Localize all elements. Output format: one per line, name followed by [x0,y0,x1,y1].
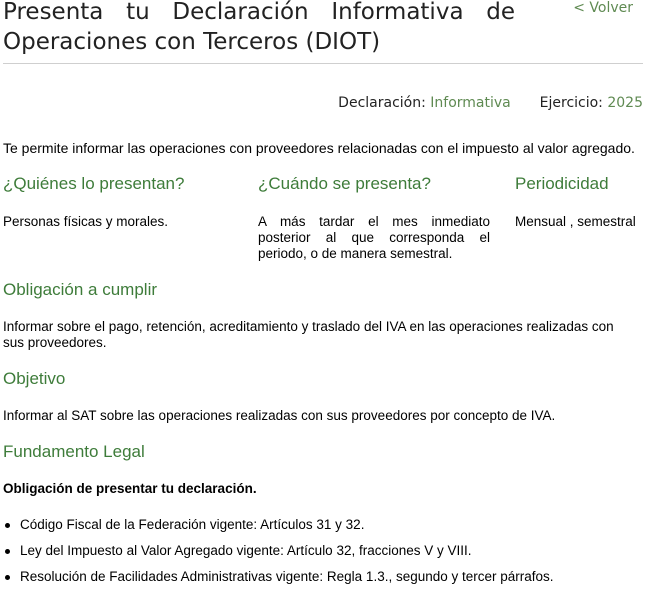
column-cuando: ¿Cuándo se presenta? A más tardar el mes… [258,174,490,262]
declaracion-value: Informativa [430,95,511,111]
bullet-icon [5,549,10,554]
column-heading: ¿Quiénes lo presentan? [3,174,185,193]
list-item: Ley del Impuesto al Valor Agregado vigen… [3,543,554,569]
column-text: Mensual , semestral [515,214,636,229]
bullet-icon [5,523,10,528]
section-objetivo: Objetivo Informar al SAT sobre las opera… [3,369,628,424]
column-periodicidad: Periodicidad Mensual , semestral [515,174,636,230]
list-item-text: Ley del Impuesto al Valor Agregado vigen… [20,543,472,558]
declaration-meta: Declaración: Informativa Ejercicio: 2025 [338,94,643,112]
back-link[interactable]: < Volver [573,0,633,16]
section-text: Informar sobre el pago, retención, acred… [3,319,614,350]
list-item: Código Fiscal de la Federación vigente: … [3,517,554,543]
page-description: Te permite informar las operaciones con … [3,140,635,156]
page-header: Presenta tu Declaración Informativa de O… [3,0,643,64]
ejercicio-value: 2025 [607,95,643,111]
column-quienes: ¿Quiénes lo presentan? Personas físicas … [3,174,233,230]
bullet-icon [5,575,10,580]
declaracion-label: Declaración: [338,95,426,111]
column-text: Personas físicas y morales. [3,214,169,229]
section-heading: Fundamento Legal [3,442,145,461]
section-heading: Objetivo [3,369,66,388]
legal-list: Código Fiscal de la Federación vigente: … [3,517,554,595]
list-item-text: Código Fiscal de la Federación vigente: … [20,517,365,532]
ejercicio-label: Ejercicio: [539,95,603,111]
fundamento-subheading: Obligación de presentar tu declaración. [3,481,257,496]
page-title: Presenta tu Declaración Informativa de O… [3,0,515,55]
section-fundamento: Fundamento Legal [3,442,628,462]
section-heading: Obligación a cumplir [3,280,158,299]
list-item-text: Resolución de Facilidades Administrativa… [20,569,554,584]
column-heading: Periodicidad [515,174,609,193]
section-obligacion: Obligación a cumplir Informar sobre el p… [3,280,628,351]
column-text: A más tardar el mes inmediato posterior … [258,214,490,261]
section-text: Informar al SAT sobre las operaciones re… [3,408,556,423]
list-item: Resolución de Facilidades Administrativa… [3,569,554,595]
column-heading: ¿Cuándo se presenta? [258,174,431,193]
